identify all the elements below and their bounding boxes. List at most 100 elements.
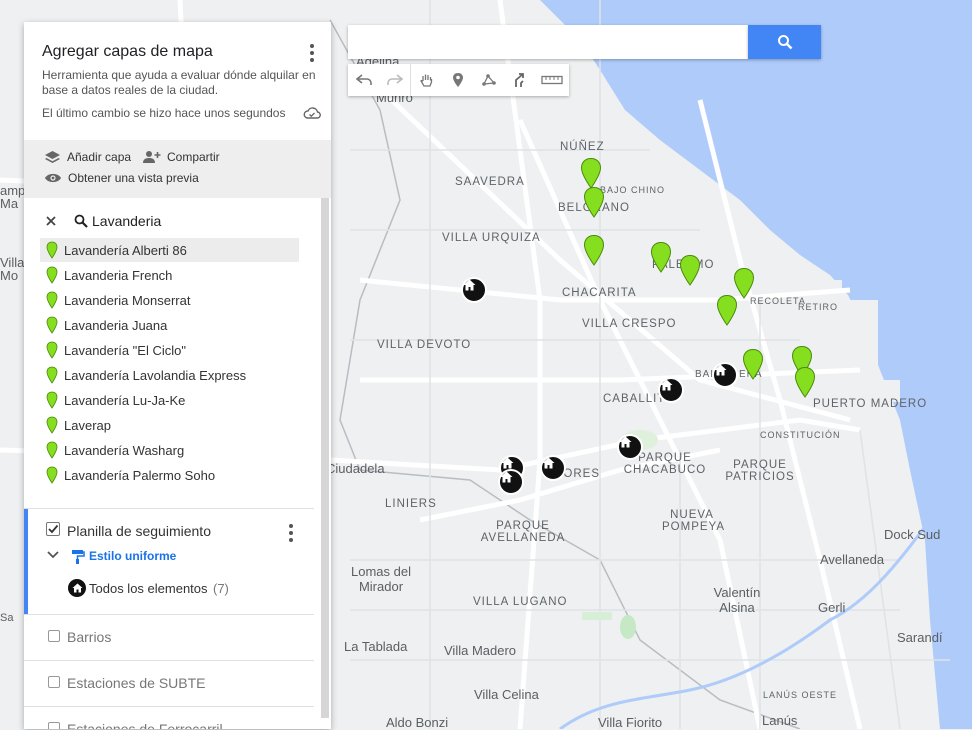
map-label-retiro: RETIRO xyxy=(798,302,839,312)
layer-checkbox-checked[interactable] xyxy=(46,522,60,536)
search-result-label: Lavanderia Juana xyxy=(64,317,168,333)
map-label-aldo-bonzi: Aldo Bonzi xyxy=(386,715,449,730)
layer-name[interactable]: Planilla de seguimiento xyxy=(67,523,211,539)
laundry-marker[interactable] xyxy=(794,366,816,398)
search-query: Lavanderia xyxy=(92,213,162,229)
style-link[interactable]: Estilo uniforme xyxy=(89,549,176,563)
green-pin-icon xyxy=(46,266,58,284)
redo-icon xyxy=(386,74,403,85)
map-label-villa-lugano: VILLA LUGANO xyxy=(473,596,568,608)
paint-roller-icon xyxy=(72,550,85,564)
home-icon xyxy=(68,579,86,597)
layer-name-ferrocarril[interactable]: Estaciones de Ferrocarril xyxy=(67,721,223,729)
layer-checkbox[interactable] xyxy=(48,722,60,729)
green-pin-icon xyxy=(46,241,58,259)
layers-icon xyxy=(45,151,60,163)
home-marker[interactable] xyxy=(658,377,684,403)
map-label-villa-urquiza: VILLA URQUIZA xyxy=(442,232,541,244)
search-result-item[interactable]: Lavandería Lu-Ja-Ke xyxy=(40,388,299,412)
map-label-edge-d: Mo xyxy=(0,268,19,283)
search-icon xyxy=(777,35,792,50)
layers-panel: Agregar capas de mapa Herramienta que ay… xyxy=(24,22,331,729)
map-search-input[interactable] xyxy=(348,25,748,59)
layer-checkbox[interactable] xyxy=(48,630,60,642)
redo-button[interactable] xyxy=(379,64,410,96)
search-result-item[interactable]: Lavandería "El Ciclo" xyxy=(40,338,299,362)
search-result-label: Lavandería Lu-Ja-Ke xyxy=(64,392,186,408)
add-marker-icon xyxy=(452,73,463,87)
search-result-item[interactable]: Lavanderia French xyxy=(40,263,299,287)
chevron-down-icon[interactable] xyxy=(47,551,59,559)
directions-icon xyxy=(514,73,524,87)
green-pin-icon xyxy=(46,341,58,359)
pan-hand-button[interactable] xyxy=(410,64,442,96)
divider xyxy=(24,614,314,615)
laundry-marker[interactable] xyxy=(583,234,605,266)
cloud-saved-icon xyxy=(303,107,321,119)
add-layer-button[interactable]: Añadir capa xyxy=(44,150,131,164)
map-label-parque-avellaneda: PARQUE AVELLANEDA xyxy=(480,520,566,544)
ruler-icon xyxy=(541,75,563,85)
home-marker[interactable] xyxy=(712,362,738,388)
add-marker-button[interactable] xyxy=(442,64,473,96)
share-button[interactable]: Compartir xyxy=(142,150,220,164)
map-label-constitucion: CONSTITUCIÓN xyxy=(760,430,841,440)
search-result-item[interactable]: Lavandería Alberti 86 xyxy=(40,238,299,262)
search-result-item[interactable]: Lavandería Palermo Soho xyxy=(40,463,299,487)
draw-line-icon xyxy=(481,74,496,86)
laundry-marker[interactable] xyxy=(583,186,605,218)
home-marker[interactable] xyxy=(617,434,643,460)
all-elements-label[interactable]: Todos los elementos xyxy=(89,581,208,596)
home-marker[interactable] xyxy=(540,455,566,481)
search-result-label: Lavandería "El Ciclo" xyxy=(64,342,186,358)
laundry-marker[interactable] xyxy=(580,157,602,189)
map-title[interactable]: Agregar capas de mapa xyxy=(42,43,213,61)
search-button[interactable] xyxy=(748,25,821,59)
home-marker[interactable] xyxy=(461,277,487,303)
search-icon xyxy=(74,214,88,228)
map-options-icon[interactable] xyxy=(310,44,314,62)
layer-checkbox[interactable] xyxy=(48,676,60,688)
map-label-villa-crespo: VILLA CRESPO xyxy=(582,318,677,330)
laundry-marker[interactable] xyxy=(716,294,738,326)
search-result-label: Lavandería Palermo Soho xyxy=(64,467,216,483)
panel-scrollbar[interactable] xyxy=(321,198,329,718)
laundry-marker[interactable] xyxy=(650,241,672,273)
layer-options-icon[interactable] xyxy=(289,524,293,542)
search-result-item[interactable]: Laverap xyxy=(40,413,299,437)
laundry-marker[interactable] xyxy=(742,348,764,380)
map-label-edge-e: Sa xyxy=(0,612,14,624)
search-result-item[interactable]: Lavandería Washarg xyxy=(40,438,299,462)
map-label-nunez: NÚÑEZ xyxy=(560,141,605,153)
green-pin-icon xyxy=(46,366,58,384)
map-label-gerli: Gerli xyxy=(818,600,846,615)
green-pin-icon xyxy=(46,291,58,309)
map-label-ciudadela: Ciudadela xyxy=(326,461,385,476)
map-label-puerto-madero: PUERTO MADERO xyxy=(813,398,928,410)
directions-button[interactable] xyxy=(504,64,535,96)
close-icon[interactable] xyxy=(46,216,56,226)
map-label-villa-devoto: VILLA DEVOTO xyxy=(377,339,472,351)
map-label-villa-madero: Villa Madero xyxy=(444,643,517,658)
search-result-item[interactable]: Lavanderia Monserrat xyxy=(40,288,299,312)
draw-line-button[interactable] xyxy=(473,64,504,96)
green-pin-icon xyxy=(46,466,58,484)
laundry-marker[interactable] xyxy=(679,254,701,286)
map-description[interactable]: Herramienta que ayuda a evaluar dónde al… xyxy=(42,68,322,98)
map-label-lanus: Lanús xyxy=(762,713,798,728)
home-icon xyxy=(500,471,513,483)
layer-name-barrios[interactable]: Barrios xyxy=(67,629,111,645)
search-result-item[interactable]: Lavanderia Juana xyxy=(40,313,299,337)
search-result-label: Lavandería Washarg xyxy=(64,442,185,458)
search-result-label: Lavanderia Monserrat xyxy=(64,292,191,308)
map-label-chacarita: CHACARITA xyxy=(562,287,637,299)
undo-button[interactable] xyxy=(348,64,379,96)
layer-name-subte[interactable]: Estaciones de SUBTE xyxy=(67,675,206,691)
preview-button[interactable]: Obtener una vista previa xyxy=(44,171,199,185)
map-label-lomas-del-mirador: Lomas del Mirador xyxy=(351,564,411,594)
ruler-button[interactable] xyxy=(535,64,569,96)
home-marker[interactable] xyxy=(498,469,524,495)
search-result-item[interactable]: Lavandería Lavolandia Express xyxy=(40,363,299,387)
map-label-liniers: LINIERS xyxy=(385,498,437,510)
divider xyxy=(24,706,314,707)
